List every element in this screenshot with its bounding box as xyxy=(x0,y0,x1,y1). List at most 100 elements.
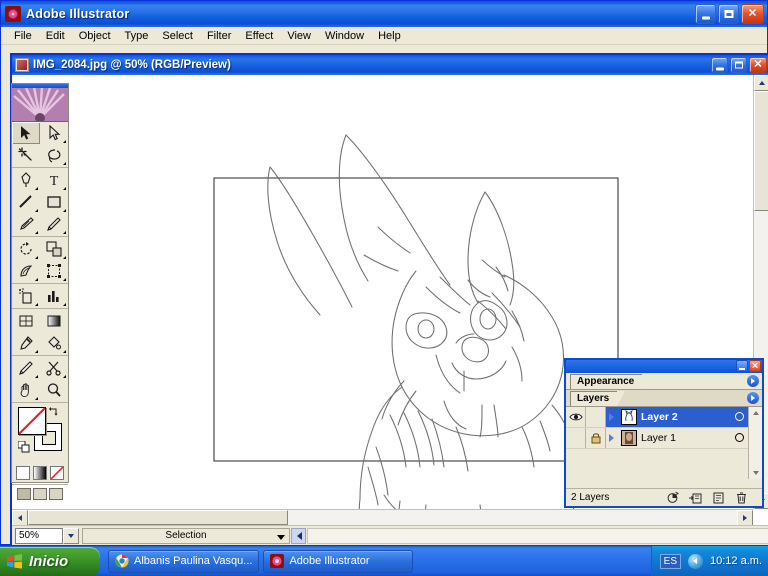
layer-row-main[interactable]: Layer 1 xyxy=(606,428,762,448)
tool-flyout-corner xyxy=(35,303,38,306)
layer-lock-toggle[interactable] xyxy=(586,407,606,427)
blend-tool[interactable] xyxy=(12,357,40,379)
rectangle-tool[interactable] xyxy=(40,191,68,213)
layer-expand-triangle-icon[interactable] xyxy=(609,434,619,442)
warp-tool[interactable] xyxy=(12,260,40,282)
selection-tool[interactable] xyxy=(12,122,40,144)
appearance-palette-menu-icon[interactable] xyxy=(747,375,759,387)
eyedropper-tool[interactable] xyxy=(12,332,40,354)
gradient-button[interactable] xyxy=(33,466,47,480)
tab-layers[interactable]: Layers xyxy=(570,391,626,407)
menu-item-filter[interactable]: Filter xyxy=(200,29,238,43)
minimize-button[interactable] xyxy=(695,4,716,24)
full-screen-with-menu-button[interactable] xyxy=(33,488,47,500)
zoom-tool[interactable] xyxy=(40,379,68,401)
layer-row-main[interactable]: Layer 2 xyxy=(606,407,762,427)
rotate-tool[interactable] xyxy=(12,238,40,260)
vertical-scroll-thumb[interactable] xyxy=(754,91,768,211)
menu-item-file[interactable]: File xyxy=(7,29,39,43)
default-fill-stroke-icon[interactable] xyxy=(18,441,30,453)
layers-footer-buttons xyxy=(666,491,762,504)
palette-close-button[interactable]: ✕ xyxy=(749,360,761,372)
scissors-tool[interactable] xyxy=(40,357,68,379)
delete-selection-button[interactable] xyxy=(735,491,748,504)
normal-screen-mode-button[interactable] xyxy=(17,488,31,500)
pen-tool[interactable] xyxy=(12,169,40,191)
language-indicator[interactable]: ES xyxy=(659,553,682,569)
swap-fill-stroke-icon[interactable] xyxy=(49,406,59,416)
menu-item-select[interactable]: Select xyxy=(155,29,200,43)
symbol-sprayer-tool[interactable] xyxy=(12,285,40,307)
fill-swatch-none[interactable] xyxy=(18,407,46,435)
gradient-tool[interactable] xyxy=(40,310,68,332)
close-button[interactable]: ✕ xyxy=(741,4,764,24)
taskbar-item-illustrator-label: Adobe Illustrator xyxy=(289,555,370,567)
show-hidden-icons-button[interactable] xyxy=(688,553,704,569)
paintbrush-tool[interactable] xyxy=(12,213,40,235)
layer-row-1[interactable]: Layer 1 xyxy=(566,428,762,449)
document-restore-button[interactable] xyxy=(730,57,747,73)
lasso-tool[interactable] xyxy=(40,144,68,166)
menu-item-window[interactable]: Window xyxy=(318,29,371,43)
pencil-tool[interactable] xyxy=(40,213,68,235)
maximize-button[interactable] xyxy=(718,4,739,24)
layer-visibility-toggle[interactable] xyxy=(566,428,586,448)
horizontal-scroll-thumb[interactable] xyxy=(28,510,288,525)
document-close-button[interactable]: ✕ xyxy=(749,57,767,73)
menu-item-type[interactable]: Type xyxy=(118,29,156,43)
menu-item-effect[interactable]: Effect xyxy=(238,29,280,43)
scroll-up-button[interactable] xyxy=(754,75,768,91)
start-button-label: Inicio xyxy=(29,552,69,570)
canvas-horizontal-scrollbar[interactable] xyxy=(12,509,753,526)
hand-tool[interactable] xyxy=(12,379,40,401)
direct-selection-tool[interactable] xyxy=(40,122,68,144)
status-previous-button[interactable] xyxy=(291,527,306,544)
layer-visibility-toggle[interactable] xyxy=(566,407,586,427)
menu-item-help[interactable]: Help xyxy=(371,29,408,43)
column-graph-tool[interactable] xyxy=(40,285,68,307)
scroll-left-button[interactable] xyxy=(12,510,28,526)
appearance-tabstrip: Appearance xyxy=(566,373,762,390)
color-button[interactable] xyxy=(16,466,30,480)
zoom-dropdown-button[interactable] xyxy=(63,527,79,544)
zoom-level-field[interactable]: 50% xyxy=(15,527,63,544)
menu-item-view[interactable]: View xyxy=(280,29,318,43)
layer-lock-toggle[interactable] xyxy=(586,428,606,448)
layer-name: Layer 2 xyxy=(641,411,678,423)
line-segment-tool[interactable] xyxy=(12,191,40,213)
scroll-right-button[interactable] xyxy=(737,510,753,526)
magic-wand-tool[interactable] xyxy=(12,144,40,166)
document-minimize-button[interactable] xyxy=(711,57,728,73)
create-new-layer-button[interactable] xyxy=(712,491,725,504)
layers-scrollbar[interactable] xyxy=(748,407,762,479)
start-button[interactable]: Inicio xyxy=(0,546,100,576)
status-tool-dropdown[interactable]: Selection xyxy=(82,527,290,544)
taskbar-item-chrome[interactable]: Albanis Paulina Vasqu... xyxy=(108,549,260,573)
menu-item-object[interactable]: Object xyxy=(72,29,118,43)
toolbox-tool-grid: T xyxy=(12,122,68,401)
tool-flyout-corner xyxy=(63,278,66,281)
scale-tool[interactable] xyxy=(40,238,68,260)
layers-palette-menu-icon[interactable] xyxy=(747,392,759,404)
mesh-tool[interactable] xyxy=(12,310,40,332)
layers-count-label: 2 Layers xyxy=(571,492,610,503)
palette-minimize-button[interactable] xyxy=(736,360,748,372)
layer-row-2[interactable]: Layer 2 xyxy=(566,407,762,428)
menu-item-edit[interactable]: Edit xyxy=(39,29,72,43)
clock[interactable]: 10:12 a.m. xyxy=(710,555,762,567)
free-transform-tool[interactable] xyxy=(40,260,68,282)
tab-appearance[interactable]: Appearance xyxy=(570,374,651,390)
taskbar-item-illustrator[interactable]: Adobe Illustrator xyxy=(263,549,414,573)
layer-expand-triangle-icon[interactable] xyxy=(609,413,619,421)
layer-thumbnail xyxy=(621,409,637,425)
create-new-sublayer-button[interactable] xyxy=(689,491,702,504)
type-tool[interactable]: T xyxy=(40,169,68,191)
make-clipping-mask-button[interactable] xyxy=(666,491,679,504)
layer-target-indicator[interactable] xyxy=(735,433,744,442)
layers-scroll-up-button[interactable] xyxy=(749,407,762,419)
full-screen-mode-button[interactable] xyxy=(49,488,63,500)
layers-scroll-down-button[interactable] xyxy=(749,467,762,479)
live-paint-bucket-tool[interactable] xyxy=(40,332,68,354)
layer-target-indicator[interactable] xyxy=(735,412,744,421)
none-button[interactable] xyxy=(50,466,64,480)
